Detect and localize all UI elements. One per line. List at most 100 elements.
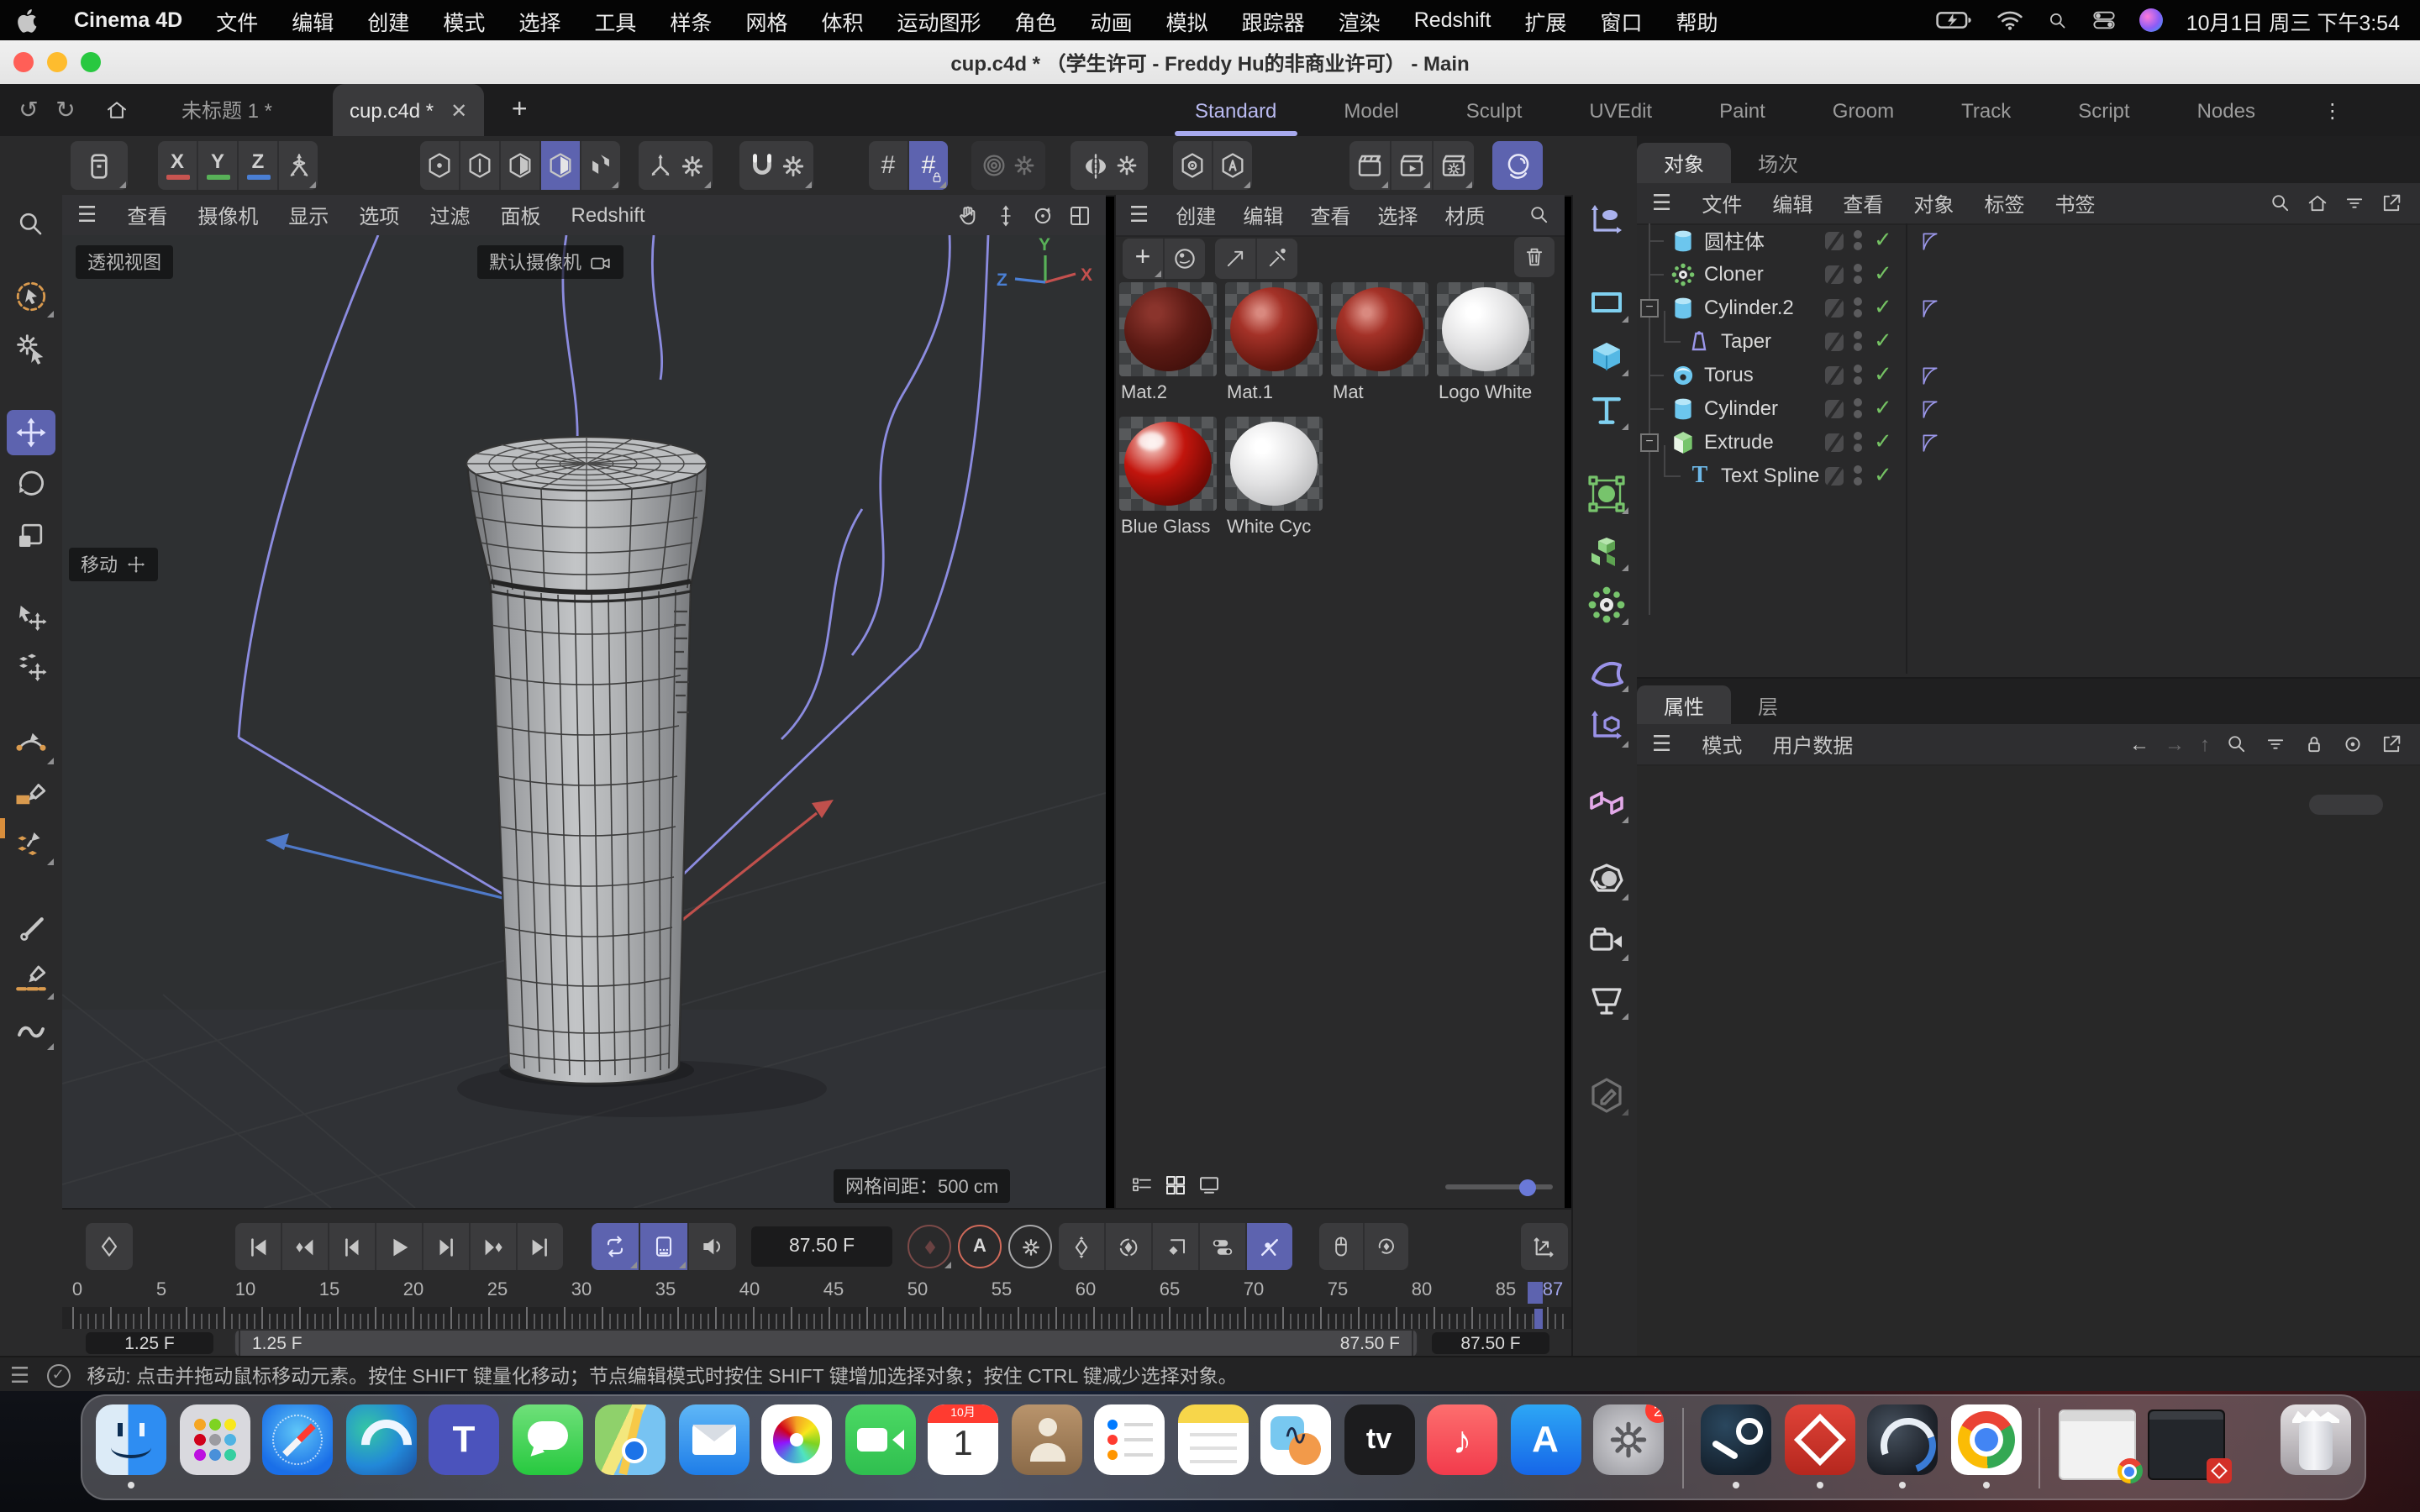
om-menu-tags[interactable]: 标签 <box>1969 189 2039 218</box>
lock-y-axis-button[interactable]: Y <box>198 141 239 190</box>
autokey-button[interactable]: A <box>956 1223 1003 1270</box>
om-search-icon[interactable] <box>2269 192 2292 215</box>
goto-end-button[interactable] <box>518 1223 563 1270</box>
menubar-item-spline[interactable]: 样条 <box>653 4 729 36</box>
menubar-item-animate[interactable]: 动画 <box>1074 4 1150 36</box>
menubar-item-mograph[interactable]: 运动图形 <box>881 4 998 36</box>
om-hamburger-icon[interactable]: ☰ <box>1637 190 1686 217</box>
key-scale-button[interactable] <box>1153 1223 1200 1270</box>
dock-facetime[interactable] <box>844 1404 915 1488</box>
spline-pen-tool[interactable] <box>7 721 55 766</box>
render-settings-button[interactable] <box>1434 141 1474 190</box>
render-picture-viewer-button[interactable] <box>1392 141 1434 190</box>
layout-tab-script[interactable]: Script <box>2068 84 2139 136</box>
viewport-menu-panel[interactable]: 面板 <box>485 201 555 229</box>
pan-view-icon[interactable] <box>956 202 981 228</box>
redshift-renderview-button[interactable] <box>1492 141 1543 190</box>
menubar-item-render[interactable]: 渲染 <box>1322 4 1397 36</box>
material-menu-view[interactable]: 查看 <box>1297 201 1364 229</box>
material-name[interactable]: White Cyc <box>1227 517 1328 538</box>
object-enable-toggle[interactable] <box>1825 231 1844 249</box>
material-thumb-mat[interactable] <box>1331 282 1428 376</box>
menubar-item-extensions[interactable]: 扩展 <box>1507 4 1583 36</box>
tweak-mode-button[interactable] <box>581 141 620 190</box>
material-thumb-size-slider[interactable] <box>1445 1184 1553 1189</box>
battery-icon[interactable] <box>1936 10 1973 30</box>
layout-tab-groom[interactable]: Groom <box>1823 84 1904 136</box>
phong-tag-icon[interactable] <box>1919 397 1941 419</box>
material-search-icon[interactable] <box>1528 203 1551 227</box>
object-check-icon[interactable]: ✓ <box>1874 227 1892 254</box>
sky-object-button[interactable] <box>1581 857 1630 902</box>
subdivision-surface-button[interactable] <box>1581 470 1630 516</box>
stage-object-button[interactable] <box>1581 976 1630 1021</box>
visibility-dots[interactable] <box>1854 297 1862 318</box>
attr-search-icon[interactable] <box>2225 732 2249 756</box>
layout-tab-model[interactable]: Model <box>1334 84 1408 136</box>
viewport-camera-label[interactable]: 默认摄像机 <box>477 245 623 279</box>
pen-spline-object-button[interactable] <box>1581 198 1630 244</box>
object-row-torus[interactable]: Torus ✓ <box>1637 358 2420 391</box>
redo-icon[interactable]: ↻ <box>47 96 84 124</box>
dock-steam[interactable] <box>1701 1404 1771 1488</box>
layout-tab-uvedit[interactable]: UVEdit <box>1579 84 1662 136</box>
menubar-item-help[interactable]: 帮助 <box>1659 4 1734 36</box>
points-mode-button[interactable] <box>420 141 460 190</box>
layout-tab-track[interactable]: Track <box>1951 84 2021 136</box>
dock-photos[interactable] <box>761 1404 832 1488</box>
toggle-panel-layout-icon[interactable] <box>1067 202 1092 228</box>
material-menu-material[interactable]: 材质 <box>1431 201 1498 229</box>
layout-tab-paint[interactable]: Paint <box>1709 84 1776 136</box>
object-enable-toggle[interactable] <box>1825 365 1844 384</box>
undo-icon[interactable]: ↺ <box>10 96 47 124</box>
material-menu-create[interactable]: 创建 <box>1162 201 1229 229</box>
menubar-item-mode[interactable]: 模式 <box>426 4 502 36</box>
prev-frame-button[interactable] <box>329 1223 376 1270</box>
range-start-field[interactable]: 1.25 F <box>86 1332 213 1354</box>
object-row-cylinder[interactable]: Cylinder ✓ <box>1637 391 2420 425</box>
attr-menu-mode[interactable]: 模式 <box>1686 730 1757 759</box>
object-row-cloner[interactable]: Cloner ✓ <box>1637 257 2420 291</box>
viewport-menu-view[interactable]: 查看 <box>112 201 182 229</box>
lock-z-axis-button[interactable]: Z <box>239 141 279 190</box>
visibility-dots[interactable] <box>1854 230 1862 250</box>
pick-material-button[interactable] <box>1257 239 1297 279</box>
menubar-item-create[interactable]: 创建 <box>350 4 426 36</box>
visibility-dots[interactable] <box>1854 465 1862 486</box>
keying-settings-button[interactable] <box>1007 1223 1054 1270</box>
attr-back-icon[interactable]: ← <box>2129 732 2149 756</box>
cycle-record-button[interactable] <box>1365 1223 1408 1270</box>
material-grid-view-icon[interactable] <box>1163 1173 1188 1198</box>
material-thumb-mat2[interactable] <box>1119 282 1217 376</box>
object-check-icon[interactable]: ✓ <box>1874 260 1892 287</box>
dock-system-settings[interactable]: 2 <box>1593 1404 1664 1488</box>
om-home-icon[interactable] <box>2306 192 2329 215</box>
render-view-button[interactable] <box>1349 141 1392 190</box>
menubar-item-file[interactable]: 文件 <box>199 4 275 36</box>
material-compact-view-icon[interactable] <box>1197 1173 1222 1198</box>
scale-tool[interactable] <box>7 511 55 556</box>
transform-tool[interactable] <box>7 595 55 640</box>
dock-edge[interactable] <box>345 1404 416 1488</box>
material-name[interactable]: Mat.1 <box>1227 383 1328 403</box>
menubar-item-mesh[interactable]: 网格 <box>729 4 804 36</box>
object-enable-toggle[interactable] <box>1825 265 1844 283</box>
dock-calendar[interactable]: 10月1 <box>928 1404 998 1488</box>
menubar-item-tracker[interactable]: 跟踪器 <box>1225 4 1322 36</box>
dock-notes[interactable] <box>1177 1404 1248 1488</box>
model-mode-button[interactable] <box>541 141 581 190</box>
sound-button[interactable] <box>689 1223 736 1270</box>
new-material-button[interactable]: + <box>1123 239 1165 279</box>
viewport-canvas[interactable]: Y X Z 透视视图 默认摄像机 移动 网格间距：500 cm <box>62 235 1106 1208</box>
dock-messages[interactable] <box>512 1404 582 1488</box>
viewport-hamburger-icon[interactable]: ☰ <box>62 202 112 228</box>
dolly-view-icon[interactable] <box>993 202 1018 228</box>
collapse-expander[interactable]: − <box>1640 299 1659 318</box>
object-enable-toggle[interactable] <box>1825 433 1844 451</box>
search-commander-button[interactable] <box>7 202 55 247</box>
layout-tab-sculpt[interactable]: Sculpt <box>1456 84 1533 136</box>
keyframe-diamond-button[interactable] <box>86 1223 133 1270</box>
play-button[interactable] <box>376 1223 424 1270</box>
phong-tag-icon[interactable] <box>1919 431 1941 453</box>
menubar-item-character[interactable]: 角色 <box>998 4 1074 36</box>
